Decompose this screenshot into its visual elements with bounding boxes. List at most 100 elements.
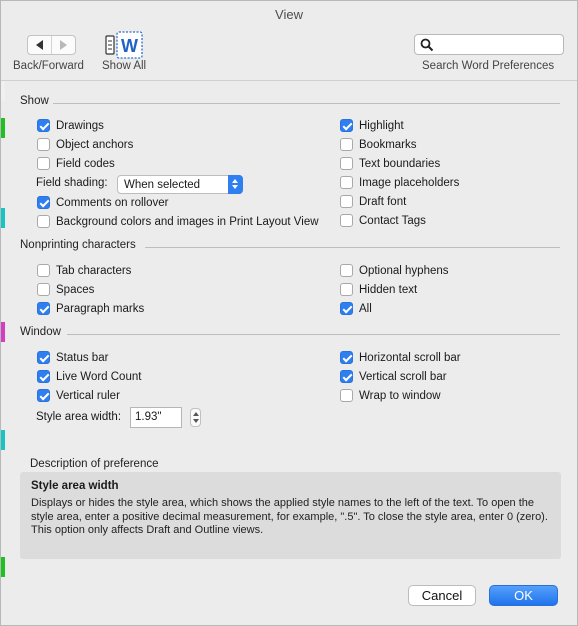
search-icon: [420, 38, 434, 52]
checkbox-checked[interactable]: [37, 351, 50, 364]
field-shading-row: Field shading:: [36, 177, 108, 189]
section-title-nonprinting: Nonprinting characters: [20, 239, 136, 251]
checkbox-row[interactable]: Text boundaries: [340, 157, 440, 170]
field-shading-select[interactable]: When selected: [117, 175, 243, 194]
checkbox[interactable]: [37, 215, 50, 228]
search-label: Search Word Preferences: [422, 60, 555, 72]
description-body: Displays or hides the style area, which …: [31, 497, 548, 536]
checkbox[interactable]: [340, 157, 353, 170]
checkbox-row[interactable]: Comments on rollover: [37, 196, 168, 209]
checkbox-label: Status bar: [56, 351, 109, 364]
checkbox-label: Optional hyphens: [359, 264, 449, 277]
checkbox[interactable]: [340, 195, 353, 208]
section-divider: [67, 334, 560, 335]
cancel-button[interactable]: Cancel: [408, 585, 476, 606]
checkbox-row[interactable]: Wrap to window: [340, 389, 441, 402]
checkbox-checked[interactable]: [37, 302, 50, 315]
checkbox[interactable]: [37, 283, 50, 296]
checkbox[interactable]: [37, 138, 50, 151]
show-all-button[interactable]: W: [105, 31, 143, 59]
preferences-panel: Show Drawings Object anchors Field codes F…: [1, 81, 577, 626]
search-field[interactable]: [414, 34, 564, 55]
checkbox-row[interactable]: Optional hyphens: [340, 264, 449, 277]
checkbox-label: Draft font: [359, 195, 407, 208]
checkbox-checked[interactable]: [37, 196, 50, 209]
style-area-row: Style area width:: [36, 411, 121, 423]
checkbox-label: Comments on rollover: [56, 196, 169, 209]
checkbox-label: Contact Tags: [359, 214, 426, 227]
checkbox-row[interactable]: Bookmarks: [340, 138, 417, 151]
checkbox-row[interactable]: Spaces: [37, 283, 94, 296]
style-area-stepper[interactable]: [190, 408, 201, 427]
checkbox-checked[interactable]: [340, 302, 353, 315]
search-input[interactable]: [437, 36, 561, 53]
checkbox-row[interactable]: Background colors and images in Print La…: [37, 215, 319, 228]
checkbox-label: Vertical ruler: [56, 389, 120, 402]
checkbox-row[interactable]: Object anchors: [37, 138, 133, 151]
style-area-width-field[interactable]: 1.93": [130, 407, 182, 428]
back-forward-label: Back/Forward: [13, 60, 84, 72]
checkbox-checked[interactable]: [37, 389, 50, 402]
checkbox-label: Drawings: [56, 119, 104, 132]
checkbox-checked[interactable]: [37, 119, 50, 132]
checkbox-row[interactable]: Draft font: [340, 195, 406, 208]
checkbox-row[interactable]: Highlight: [340, 119, 404, 132]
word-grid-icon: W: [105, 31, 143, 59]
checkbox-row[interactable]: Contact Tags: [340, 214, 426, 227]
checkbox-label: Hidden text: [359, 283, 418, 296]
show-all-label: Show All: [102, 60, 147, 72]
checkbox[interactable]: [37, 157, 50, 170]
checkbox-row[interactable]: Tab characters: [37, 264, 131, 277]
checkbox[interactable]: [37, 264, 50, 277]
checkbox-row[interactable]: Image placeholders: [340, 176, 459, 189]
checkbox-label: Vertical scroll bar: [359, 370, 447, 383]
window-title: View: [275, 7, 303, 22]
checkbox[interactable]: [340, 283, 353, 296]
checkbox-row[interactable]: Hidden text: [340, 283, 417, 296]
checkbox-row[interactable]: Paragraph marks: [37, 302, 144, 315]
svg-text:W: W: [121, 36, 138, 56]
checkbox-row[interactable]: All: [340, 302, 372, 315]
checkbox-row[interactable]: Live Word Count: [37, 370, 141, 383]
checkbox-label: Wrap to window: [359, 389, 441, 402]
back-forward-control[interactable]: [27, 35, 76, 55]
checkbox-label: Highlight: [359, 119, 404, 132]
checkbox-row[interactable]: Status bar: [37, 351, 108, 364]
checkbox-label: Horizontal scroll bar: [359, 351, 461, 364]
checkbox-label: Background colors and images in Print La…: [56, 215, 319, 228]
field-shading-value: When selected: [124, 178, 201, 191]
checkbox[interactable]: [340, 138, 353, 151]
checkbox[interactable]: [340, 176, 353, 189]
checkbox-label: Tab characters: [56, 264, 132, 277]
chevron-left-icon: [36, 40, 43, 50]
checkbox-label: Live Word Count: [56, 370, 142, 383]
checkbox-row[interactable]: Vertical ruler: [37, 389, 120, 402]
checkbox-row[interactable]: Field codes: [37, 157, 115, 170]
checkbox-checked[interactable]: [37, 370, 50, 383]
checkbox-row[interactable]: Drawings: [37, 119, 104, 132]
checkbox-label: Text boundaries: [359, 157, 441, 170]
back-button[interactable]: [28, 36, 51, 54]
checkbox-row[interactable]: Vertical scroll bar: [340, 370, 447, 383]
checkbox-checked[interactable]: [340, 351, 353, 364]
checkbox[interactable]: [340, 389, 353, 402]
section-divider: [145, 247, 560, 248]
checkbox[interactable]: [340, 214, 353, 227]
description-title: Style area width: [31, 480, 119, 492]
checkbox-label: Image placeholders: [359, 176, 460, 189]
field-shading-label: Field shading:: [36, 177, 108, 189]
ok-button[interactable]: OK: [489, 585, 558, 606]
description-box: Style area width Displays or hides the s…: [20, 472, 561, 559]
toolbar: Back/Forward W Show All Search Word Pref…: [1, 29, 577, 79]
checkbox-label: Object anchors: [56, 138, 134, 151]
checkbox[interactable]: [340, 264, 353, 277]
checkbox-label: Paragraph marks: [56, 302, 145, 315]
section-divider: [53, 103, 560, 104]
checkbox-checked[interactable]: [340, 119, 353, 132]
section-title-show: Show: [20, 95, 49, 107]
checkbox-checked[interactable]: [340, 370, 353, 383]
select-arrows-icon: [228, 175, 243, 194]
checkbox-label: All: [359, 302, 372, 315]
forward-button[interactable]: [51, 36, 75, 54]
checkbox-row[interactable]: Horizontal scroll bar: [340, 351, 461, 364]
